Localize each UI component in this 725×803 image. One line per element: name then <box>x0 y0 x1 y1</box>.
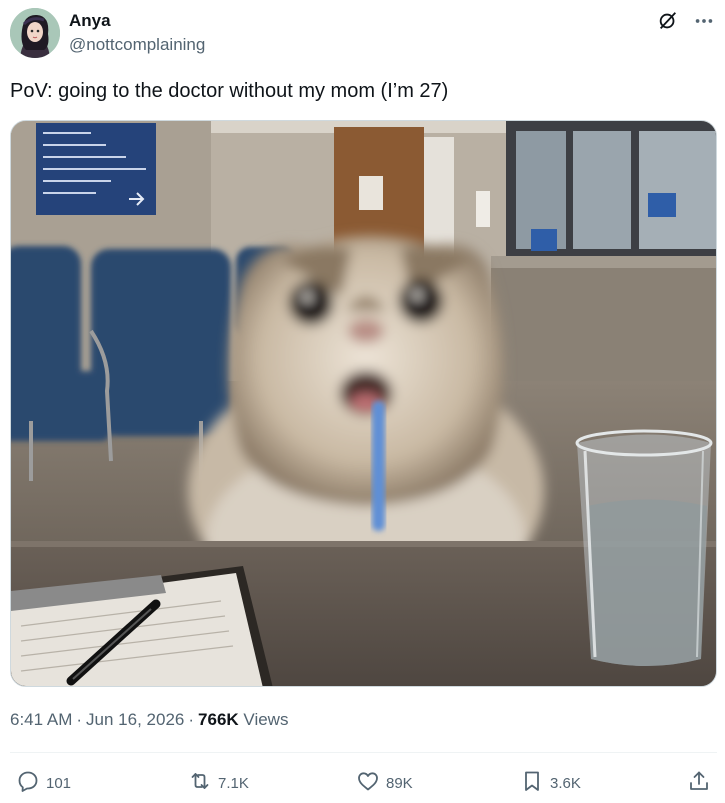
action-bar: 101 7.1K 89K 3.6K <box>10 766 715 800</box>
bookmark-count: 3.6K <box>550 774 581 792</box>
divider <box>10 752 717 753</box>
heart-icon <box>356 769 380 797</box>
handle[interactable]: @nottcomplaining <box>69 34 205 56</box>
like-button[interactable]: 89K <box>356 766 413 800</box>
tweet-time[interactable]: 6:41 AM <box>10 710 72 729</box>
bookmark-button[interactable]: 3.6K <box>520 766 581 800</box>
tweet-date[interactable]: Jun 16, 2026 <box>86 710 184 729</box>
tweet-header: Anya @nottcomplaining <box>10 8 715 60</box>
meta-separator: · <box>188 710 195 729</box>
views-label: Views <box>243 710 289 729</box>
like-count: 89K <box>386 774 413 792</box>
repost-button[interactable]: 7.1K <box>188 766 249 800</box>
tweet-text: PoV: going to the doctor without my mom … <box>10 80 449 102</box>
tweet-meta: 6:41 AM · Jun 16, 2026 · 766K Views <box>10 708 288 732</box>
reply-button[interactable]: 101 <box>16 766 71 800</box>
reply-icon <box>16 769 40 797</box>
more-icon[interactable] <box>693 10 715 32</box>
repost-count: 7.1K <box>218 774 249 792</box>
share-button[interactable] <box>687 766 711 800</box>
views-count[interactable]: 766K <box>198 710 239 729</box>
grok-icon[interactable] <box>657 10 679 32</box>
avatar[interactable] <box>10 8 60 58</box>
bookmark-icon <box>520 769 544 797</box>
share-icon <box>687 769 711 797</box>
meta-separator: · <box>76 710 83 729</box>
repost-icon <box>188 769 212 797</box>
reply-count: 101 <box>46 774 72 792</box>
tweet-image[interactable] <box>10 120 717 687</box>
display-name[interactable]: Anya <box>69 10 205 32</box>
